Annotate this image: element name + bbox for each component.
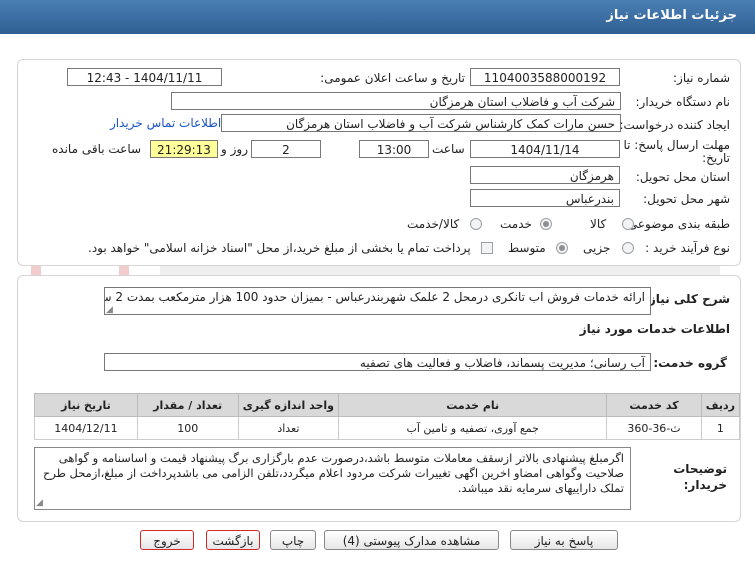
service-group-label: گروه خدمت: xyxy=(653,356,727,370)
announce-date-field: 1404/11/11 - 12:43 xyxy=(67,68,222,86)
process-option-medium: متوسط xyxy=(508,241,546,255)
deadline-time-field: 13:00 xyxy=(359,140,429,158)
category-radio-service[interactable] xyxy=(540,218,552,230)
cell-service-code: ث-36-360 xyxy=(606,416,702,440)
print-button[interactable]: چاپ xyxy=(270,530,316,550)
treasury-payment-note: پرداخت تمام یا بخشی از مبلغ خرید،از محل … xyxy=(88,241,471,255)
category-radio-goods-service[interactable] xyxy=(470,218,482,230)
resize-handle-icon: ◢ xyxy=(106,305,113,315)
creator-field: حسن مارات کمک کارشناس شرکت آب و فاضلاب ا… xyxy=(221,114,621,132)
process-type-label: نوع فرآیند خرید : xyxy=(645,241,730,255)
creator-label: ایجاد کننده درخواست: xyxy=(619,118,730,132)
cell-unit: تعداد xyxy=(237,416,340,440)
view-attachments-button[interactable]: مشاهده مدارک پیوستی (4) xyxy=(324,530,499,550)
announce-date-label: تاریخ و ساعت اعلان عمومی: xyxy=(320,71,465,85)
deadline-date-label: تاریخ: xyxy=(702,151,730,165)
buyer-org-label: نام دستگاه خریدار: xyxy=(635,95,731,109)
category-radio-goods[interactable] xyxy=(622,218,634,230)
col-service-code: کد خدمت xyxy=(606,393,702,417)
col-unit: واحد اندازه گیری xyxy=(237,393,340,417)
need-number-label: شماره نیاز: xyxy=(673,71,730,85)
city-field: بندرعباس xyxy=(470,189,620,207)
exit-button[interactable]: خروج xyxy=(140,530,194,550)
buyer-notes-field: اگرمبلغ پیشنهادی بالاتر ازسقف معاملات مت… xyxy=(34,447,631,510)
category-option-goods-service: کالا/خدمت xyxy=(407,217,460,231)
buyer-notes-label-2: خریدار: xyxy=(683,478,727,492)
deadline-date-field: 1404/11/14 xyxy=(470,140,620,158)
process-radio-minor[interactable] xyxy=(622,242,634,254)
cell-quantity: 100 xyxy=(136,416,239,440)
process-option-minor: جزیی xyxy=(583,241,611,255)
category-option-service: خدمت xyxy=(500,217,532,231)
back-button[interactable]: بازگشت xyxy=(206,530,260,550)
services-section-title: اطلاعات خدمات مورد نیاز xyxy=(579,322,730,336)
process-radio-medium[interactable] xyxy=(556,242,568,254)
province-label: استان محل تحویل: xyxy=(635,170,730,184)
deadline-time-label: ساعت xyxy=(432,142,465,156)
col-service-name: نام خدمت xyxy=(338,393,608,417)
services-table-header: ردیف کد خدمت نام خدمت واحد اندازه گیری ت… xyxy=(34,393,741,417)
services-table: ردیف کد خدمت نام خدمت واحد اندازه گیری ت… xyxy=(34,393,741,440)
remaining-time-field: 21:29:13 xyxy=(150,140,218,158)
cell-row-number: 1 xyxy=(700,416,741,440)
buyer-notes-label: توضیحات xyxy=(673,462,727,476)
summary-field: ارائه خدمات فروش اب تانکری درمحل 2 علمک … xyxy=(104,287,651,315)
page-title: جزئیات اطلاعات نیاز xyxy=(606,8,737,23)
category-label: طبقه بندی موضوعی: xyxy=(623,217,730,231)
province-field: هرمزگان xyxy=(470,166,620,184)
summary-label: شرح کلی نیاز: xyxy=(644,292,730,306)
col-quantity: تعداد / مقدار xyxy=(136,393,239,417)
cell-service-name: جمع آوری، تصفیه و تامین آب xyxy=(338,416,608,440)
category-option-goods: کالا xyxy=(590,217,607,231)
buyer-org-field: شرکت آب و فاضلاب استان هرمزگان xyxy=(171,92,621,110)
days-label: روز و xyxy=(221,142,248,156)
buyer-contact-link[interactable]: اطلاعات تماس خریدار xyxy=(110,116,221,130)
treasury-payment-checkbox[interactable] xyxy=(481,242,493,254)
need-number-field: 1104003588000192 xyxy=(470,68,620,86)
city-label: شهر محل تحویل: xyxy=(643,192,730,206)
resize-handle-icon: ◢ xyxy=(36,498,43,508)
remaining-time-label: ساعت باقی مانده xyxy=(52,142,142,156)
reply-button[interactable]: پاسخ به نیاز xyxy=(510,530,618,550)
col-row-number: ردیف xyxy=(700,393,741,417)
need-info-panel xyxy=(17,59,741,266)
table-row: 1 ث-36-360 جمع آوری، تصفیه و تامین آب تع… xyxy=(34,416,741,440)
service-group-field: آب رسانی؛ مدیریت پسماند، فاضلاب و فعالیت… xyxy=(104,353,651,371)
cell-need-date: 1404/12/11 xyxy=(34,416,138,440)
deadline-label: مهلت ارسال پاسخ: تا xyxy=(623,138,730,152)
days-remaining-field: 2 xyxy=(251,140,321,158)
page-header: جزئیات اطلاعات نیاز xyxy=(0,0,755,34)
col-need-date: تاریخ نیاز xyxy=(34,393,138,417)
